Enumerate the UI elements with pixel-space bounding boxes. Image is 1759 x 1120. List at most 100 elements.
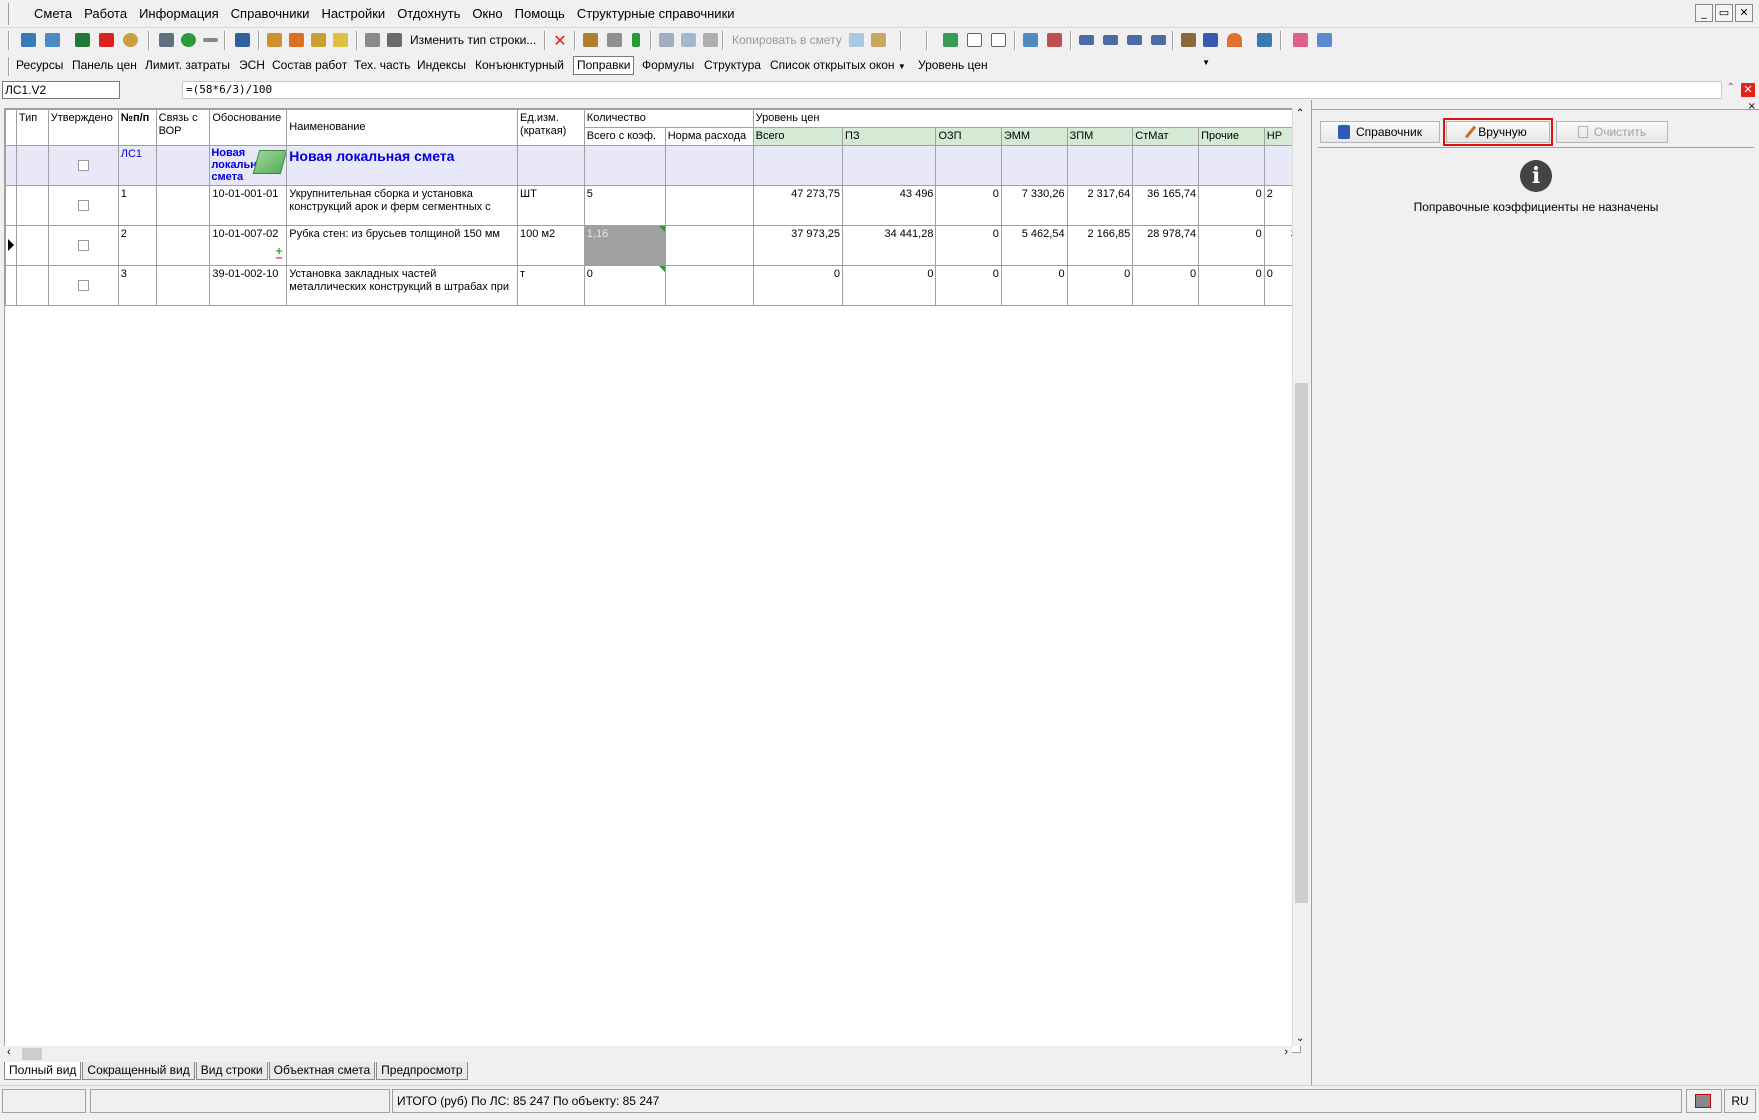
col-header-other[interactable]: Прочие — [1198, 127, 1265, 146]
scroll-down-icon[interactable]: ⌄ — [1296, 1033, 1304, 1044]
tab-indices[interactable]: Индексы — [415, 57, 468, 74]
tab-resources[interactable]: Ресурсы — [14, 57, 65, 74]
tab-corrections[interactable]: Поправки — [573, 56, 635, 75]
approved-checkbox[interactable] — [77, 200, 89, 211]
refresh-icon[interactable] — [178, 30, 198, 50]
paste-doc-icon[interactable] — [868, 30, 888, 50]
indent-icon[interactable] — [1076, 30, 1096, 50]
save-icon[interactable] — [156, 30, 176, 50]
cell-name[interactable]: Рубка стен: из брусьев толщиной 150 мм — [286, 225, 519, 266]
manual-button[interactable]: Вручную — [1443, 118, 1553, 146]
tab-object-estimate[interactable]: Объектная смета — [268, 1062, 376, 1080]
cell-num[interactable]: ЛС1 — [117, 145, 157, 186]
eraser-icon[interactable] — [1290, 30, 1310, 50]
close-button[interactable]: ✕ — [1735, 4, 1753, 22]
reference-button[interactable]: Справочник — [1320, 121, 1440, 143]
add-row-icon[interactable] — [18, 30, 38, 50]
menu-help[interactable]: Помощь — [509, 6, 571, 22]
doc-p-icon[interactable] — [964, 30, 984, 50]
cell-name[interactable]: Новая локальная смета — [286, 145, 519, 186]
menu-settings[interactable]: Настройки — [315, 6, 391, 22]
chevron-up-icon[interactable]: ⌃ — [1727, 82, 1735, 93]
col-header-ozp[interactable]: ОЗП — [935, 127, 1002, 146]
tab-limit-costs[interactable]: Лимит. затраты — [143, 57, 232, 74]
move-down-icon[interactable] — [604, 30, 624, 50]
tab-tech-part[interactable]: Тех. часть — [352, 57, 412, 74]
move-up-icon[interactable] — [580, 30, 600, 50]
tab-price-panel[interactable]: Панель цен — [70, 57, 139, 74]
green-arrow-icon[interactable] — [626, 30, 646, 50]
col-header-approved[interactable]: Утверждено — [47, 109, 119, 146]
tab-short-view[interactable]: Сокращенный вид — [82, 1062, 195, 1080]
stack-icon[interactable] — [1314, 30, 1334, 50]
cell-zpm[interactable]: 2 317,64 — [1066, 185, 1134, 226]
car-icon[interactable] — [1254, 30, 1274, 50]
menu-rest[interactable]: Отдохнуть — [391, 6, 466, 22]
tab-market[interactable]: Конъюнктурный — [473, 57, 566, 74]
scroll-thumb[interactable] — [22, 1048, 42, 1060]
cell-zpm[interactable]: 0 — [1066, 265, 1134, 306]
menu-smeta[interactable]: Смета — [28, 6, 78, 22]
cell-pz[interactable]: 43 496 — [842, 185, 937, 226]
cell-zpm[interactable]: 2 166,85 — [1066, 225, 1134, 266]
insert-row-icon[interactable] — [42, 30, 62, 50]
menu-info[interactable]: Информация — [133, 6, 225, 22]
tab-full-view[interactable]: Полный вид — [4, 1062, 82, 1080]
scroll-thumb[interactable] — [1295, 383, 1308, 903]
cell-stmat[interactable]: 28 978,74 — [1132, 225, 1200, 266]
approved-checkbox[interactable] — [77, 240, 89, 251]
cell-qty-coef[interactable]: 5 — [583, 185, 666, 226]
col-header-basis[interactable]: Обоснование — [209, 109, 288, 146]
cell-reference-field[interactable]: ЛС1.V2 — [2, 81, 120, 99]
clear-button[interactable]: Очистить — [1556, 121, 1668, 143]
scroll-right-icon[interactable]: › — [1284, 1046, 1288, 1058]
table-row-section[interactable]: ЛС1 Новая локальная смета Новая локальна… — [5, 145, 1300, 186]
cell-unit[interactable]: ШТ — [517, 185, 585, 226]
worker-icon[interactable] — [286, 30, 306, 50]
row-selector[interactable] — [5, 185, 17, 226]
cell-total[interactable]: 37 973,25 — [752, 225, 844, 266]
table-row-selected[interactable]: 2 10-01-007-02 + − Рубка стен: из брусьев … — [5, 225, 1300, 266]
row-selector[interactable] — [5, 225, 17, 266]
minimize-button[interactable]: _ — [1695, 4, 1713, 22]
menu-structural[interactable]: Структурные справочники — [571, 6, 741, 22]
menu-references[interactable]: Справочники — [225, 6, 316, 22]
plus-minus-icon[interactable]: + − — [275, 247, 283, 264]
vertical-scrollbar[interactable]: ⌃ ⌄ — [1292, 108, 1309, 1046]
cell-total[interactable]: 47 273,75 — [752, 185, 844, 226]
tab-work-composition[interactable]: Состав работ — [270, 57, 349, 74]
col-header-qty-norm[interactable]: Норма расхода — [664, 127, 754, 146]
cell-pz[interactable]: 34 441,28 — [842, 225, 937, 266]
col-header-price-level[interactable]: Уровень цен — [752, 109, 1300, 128]
approved-checkbox[interactable] — [77, 280, 89, 291]
cell-unit[interactable]: т — [517, 265, 585, 306]
col-header-type[interactable]: Тип — [15, 109, 49, 146]
undo-icon[interactable] — [200, 30, 220, 50]
comment-icon[interactable] — [330, 30, 350, 50]
scroll-left-icon[interactable]: ‹ — [7, 1046, 11, 1058]
copy-icon[interactable] — [678, 30, 698, 50]
approved-checkbox[interactable] — [77, 160, 89, 171]
excavator-icon[interactable] — [1200, 30, 1220, 50]
cell-ozp[interactable]: 0 — [935, 265, 1002, 306]
col-header-stmat[interactable]: СтМат — [1132, 127, 1200, 146]
menu-window[interactable]: Окно — [466, 6, 508, 22]
search-icon[interactable] — [120, 30, 140, 50]
cell-emm[interactable]: 5 462,54 — [1000, 225, 1068, 266]
tab-row-view[interactable]: Вид строки — [195, 1062, 268, 1080]
cell-qty-norm[interactable] — [664, 225, 754, 266]
row-selector[interactable] — [5, 145, 17, 186]
level-up-icon[interactable] — [1124, 30, 1144, 50]
panel-close-icon[interactable]: × — [1748, 102, 1756, 112]
tab-esn[interactable]: ЭСН — [237, 57, 267, 74]
col-header-qty-coef[interactable]: Всего с коэф. — [583, 127, 666, 146]
formula-input[interactable]: =(58*6/3)/100 — [182, 81, 1722, 99]
cell-basis[interactable]: 10-01-001-01 — [209, 185, 288, 226]
cell-stmat[interactable]: 36 165,74 — [1132, 185, 1200, 226]
cell-other[interactable]: 0 — [1198, 185, 1265, 226]
col-header-unit[interactable]: Ед.изм. (краткая) — [517, 109, 585, 146]
cell-other[interactable]: 0 — [1198, 265, 1265, 306]
col-header-pz[interactable]: ПЗ — [842, 127, 937, 146]
cell-total[interactable]: 0 — [752, 265, 844, 306]
outdent-icon[interactable] — [1100, 30, 1120, 50]
